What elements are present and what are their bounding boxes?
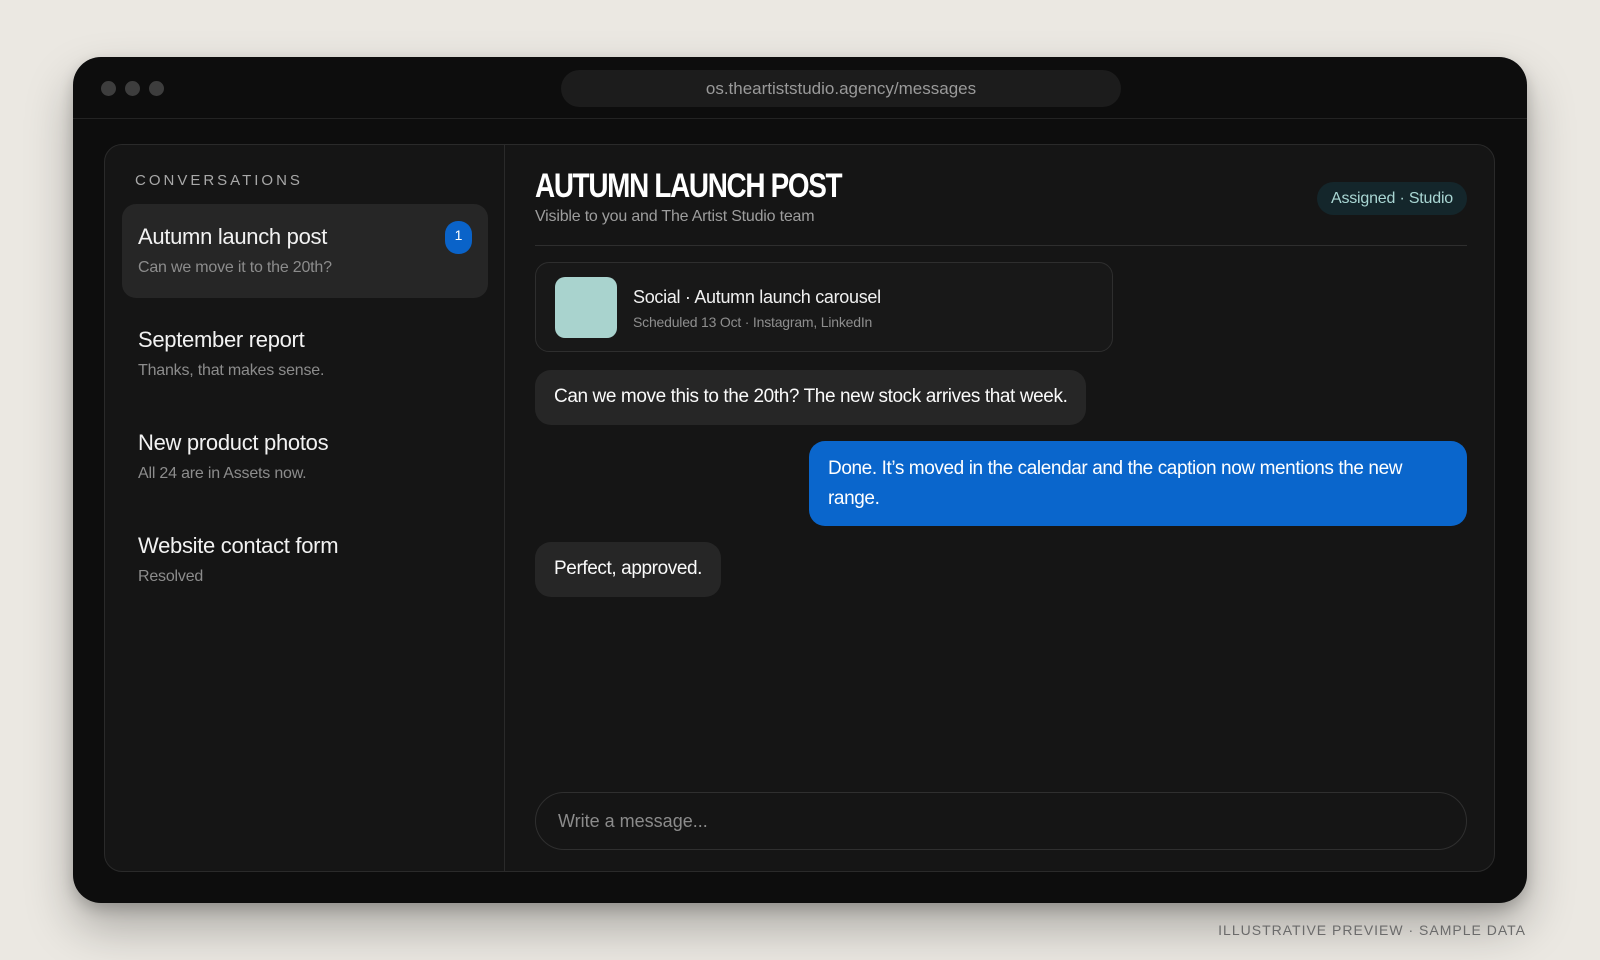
conversation-list: Autumn launch post Can we move it to the… (122, 204, 488, 616)
close-window-dot[interactable] (101, 81, 116, 96)
attachment-thumbnail (555, 277, 617, 338)
browser-window: os.theartiststudio.agency/messages CONVE… (73, 57, 1527, 903)
conversation-preview: All 24 are in Assets now. (138, 465, 307, 482)
chat-title: AUTUMN LAUNCH POST (535, 167, 843, 205)
unread-badge: 1 (445, 221, 472, 254)
attachment-meta: Scheduled 13 Oct · Instagram, LinkedIn (633, 314, 873, 330)
message-bubble-incoming: Perfect, approved. (535, 542, 722, 597)
window-controls (101, 81, 164, 96)
chat-subtitle: Visible to you and The Artist Studio tea… (535, 208, 815, 225)
conversation-name: Autumn launch post (138, 224, 328, 249)
browser-titlebar: os.theartiststudio.agency/messages (73, 57, 1527, 119)
conversation-name: September report (138, 327, 305, 352)
attachment-card[interactable]: Social · Autumn launch carousel Schedule… (535, 262, 1113, 352)
conversation-name: New product photos (138, 430, 329, 455)
conversation-name: Website contact form (138, 533, 339, 558)
messages-panel: CONVERSATIONS Autumn launch post Can we … (104, 144, 1495, 872)
conversation-website-contact-form[interactable]: Website contact form Resolved (122, 513, 488, 607)
conversation-preview: Thanks, that makes sense. (138, 362, 325, 379)
assigned-badge[interactable]: Assigned · Studio (1316, 182, 1467, 215)
chat-area: AUTUMN LAUNCH POST Visible to you and Th… (535, 145, 1467, 871)
minimize-window-dot[interactable] (125, 81, 140, 96)
sidebar-title: CONVERSATIONS (135, 172, 303, 189)
message-input[interactable] (535, 792, 1467, 850)
header-divider (535, 245, 1467, 246)
attachment-title: Social · Autumn launch carousel (633, 287, 881, 307)
conversation-preview: Can we move it to the 20th? (138, 259, 332, 276)
conversation-preview: Resolved (138, 568, 204, 585)
maximize-window-dot[interactable] (149, 81, 164, 96)
message-bubble-incoming: Can we move this to the 20th? The new st… (535, 370, 1087, 425)
message-bubble-outgoing: Done. It’s moved in the calendar and the… (809, 441, 1467, 526)
address-bar[interactable]: os.theartiststudio.agency/messages (561, 70, 1121, 107)
conversation-new-product-photos[interactable]: New product photos All 24 are in Assets … (122, 410, 488, 504)
conversations-sidebar: CONVERSATIONS Autumn launch post Can we … (105, 145, 505, 871)
conversation-september-report[interactable]: September report Thanks, that makes sens… (122, 307, 488, 401)
conversation-autumn-launch-post[interactable]: Autumn launch post Can we move it to the… (122, 204, 488, 298)
footer-note: ILLUSTRATIVE PREVIEW · SAMPLE DATA (1218, 922, 1526, 938)
